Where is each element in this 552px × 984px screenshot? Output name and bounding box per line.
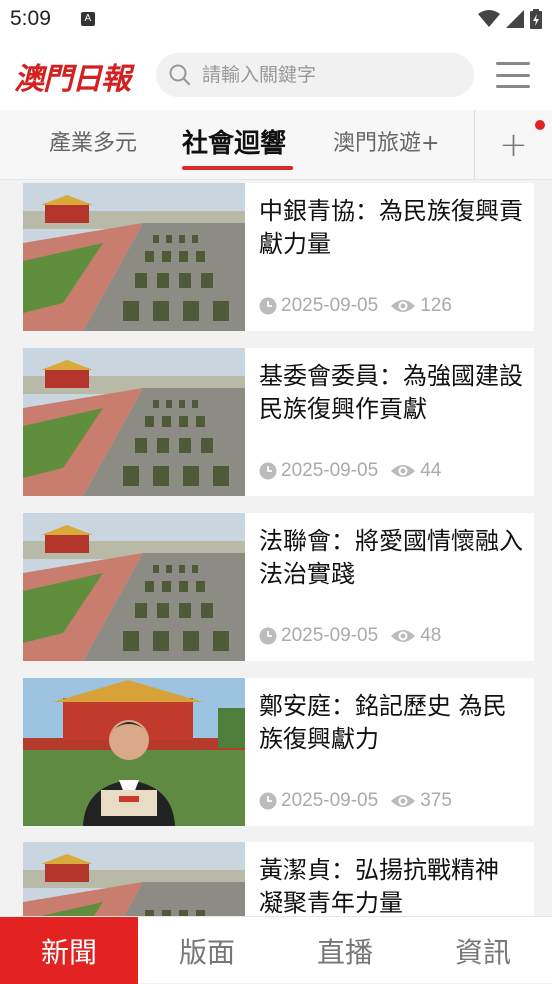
article-title: 黃潔貞：弘揚抗戰精神 凝聚青年力量 [259, 856, 499, 916]
menu-line [496, 62, 530, 65]
menu-line [496, 85, 530, 88]
nav-live[interactable]: 直播 [276, 917, 414, 984]
bottom-nav: 新聞 版面 直播 資訊 [0, 916, 552, 984]
article-body: 黃潔貞：弘揚抗戰精神 凝聚青年力量 [245, 842, 534, 916]
article-views: 48 [390, 625, 441, 647]
article-card[interactable]: 黃潔貞：弘揚抗戰精神 凝聚青年力量 [23, 842, 534, 916]
article-list: 中銀青協：為民族復興貢獻力量 2025-09-05 126 基委會委員：為強國建… [0, 180, 552, 916]
app-header: 澳門日報 [0, 38, 552, 110]
article-card[interactable]: 中銀青協：為民族復興貢獻力量 2025-09-05 126 [23, 183, 534, 331]
article-title: 鄭安庭：銘記歷史 為民族復興獻力 [259, 692, 507, 753]
notification-icon: A [80, 12, 95, 26]
article-thumbnail [23, 513, 245, 661]
article-thumbnail [23, 678, 245, 826]
eye-icon [391, 795, 416, 807]
article-meta: 2025-09-05 375 [259, 790, 452, 812]
status-bar: 5:09 A [0, 0, 552, 38]
article-views: 375 [390, 790, 452, 812]
article-date: 2025-09-05 [281, 295, 379, 316]
search-bar[interactable] [156, 53, 474, 97]
notification-dot [535, 120, 545, 130]
tab-industry[interactable]: 產業多元 [49, 110, 137, 179]
article-meta: 2025-09-05 44 [259, 460, 441, 482]
clock-icon [259, 792, 277, 810]
article-body: 法聯會：將愛國情懷融入法治實踐 2025-09-05 48 [245, 513, 534, 661]
article-card[interactable]: 鄭安庭：銘記歷史 為民族復興獻力 2025-09-05 375 [23, 678, 534, 826]
view-count: 48 [420, 625, 442, 646]
menu-button[interactable] [496, 62, 530, 88]
article-title: 法聯會：將愛國情懷融入法治實踐 [259, 527, 523, 588]
article-views: 44 [390, 460, 441, 482]
eye-icon [391, 300, 416, 312]
nav-info[interactable]: 資訊 [414, 917, 552, 984]
article-body: 中銀青協：為民族復興貢獻力量 2025-09-05 126 [245, 183, 534, 331]
article-date: 2025-09-05 [281, 625, 379, 646]
clock-icon [259, 297, 277, 315]
category-tabs: 產業多元 社會迴響 澳門旅遊+ + [0, 110, 552, 180]
view-count: 126 [420, 295, 452, 316]
eye-icon [391, 465, 416, 477]
article-meta: 2025-09-05 48 [259, 625, 441, 647]
signal-icon [506, 10, 524, 28]
article-date: 2025-09-05 [281, 460, 379, 481]
search-icon [169, 64, 191, 86]
article-card[interactable]: 法聯會：將愛國情懷融入法治實踐 2025-09-05 48 [23, 513, 534, 661]
nav-layout[interactable]: 版面 [138, 917, 276, 984]
article-card[interactable]: 基委會委員：為強國建設民族復興作貢獻 2025-09-05 44 [23, 348, 534, 496]
article-meta: 2025-09-05 126 [259, 295, 452, 317]
wifi-icon [478, 10, 500, 27]
status-time: 5:09 [10, 7, 51, 30]
tab-partial[interactable] [0, 110, 12, 179]
article-body: 基委會委員：為強國建設民族復興作貢獻 2025-09-05 44 [245, 348, 534, 496]
article-thumbnail [23, 842, 245, 916]
article-date: 2025-09-05 [281, 790, 379, 811]
article-title: 基委會委員：為強國建設民族復興作貢獻 [259, 362, 523, 423]
active-tab-indicator [182, 166, 293, 170]
search-input[interactable] [202, 64, 462, 86]
clock-icon [259, 462, 277, 480]
article-thumbnail [23, 183, 245, 331]
battery-icon [530, 9, 542, 29]
article-views: 126 [390, 295, 452, 317]
status-icons [478, 9, 542, 29]
clock-icon [259, 627, 277, 645]
nav-news[interactable]: 新聞 [0, 917, 138, 984]
article-title: 中銀青協：為民族復興貢獻力量 [259, 197, 523, 258]
article-thumbnail [23, 348, 245, 496]
tab-macau-tourism[interactable]: 澳門旅遊+ [333, 110, 439, 179]
app-logo[interactable]: 澳門日報 [14, 54, 144, 97]
eye-icon [391, 630, 416, 642]
view-count: 375 [420, 790, 452, 811]
view-count: 44 [420, 460, 442, 481]
menu-line [496, 73, 530, 77]
article-body: 鄭安庭：銘記歷史 為民族復興獻力 2025-09-05 375 [245, 678, 534, 826]
